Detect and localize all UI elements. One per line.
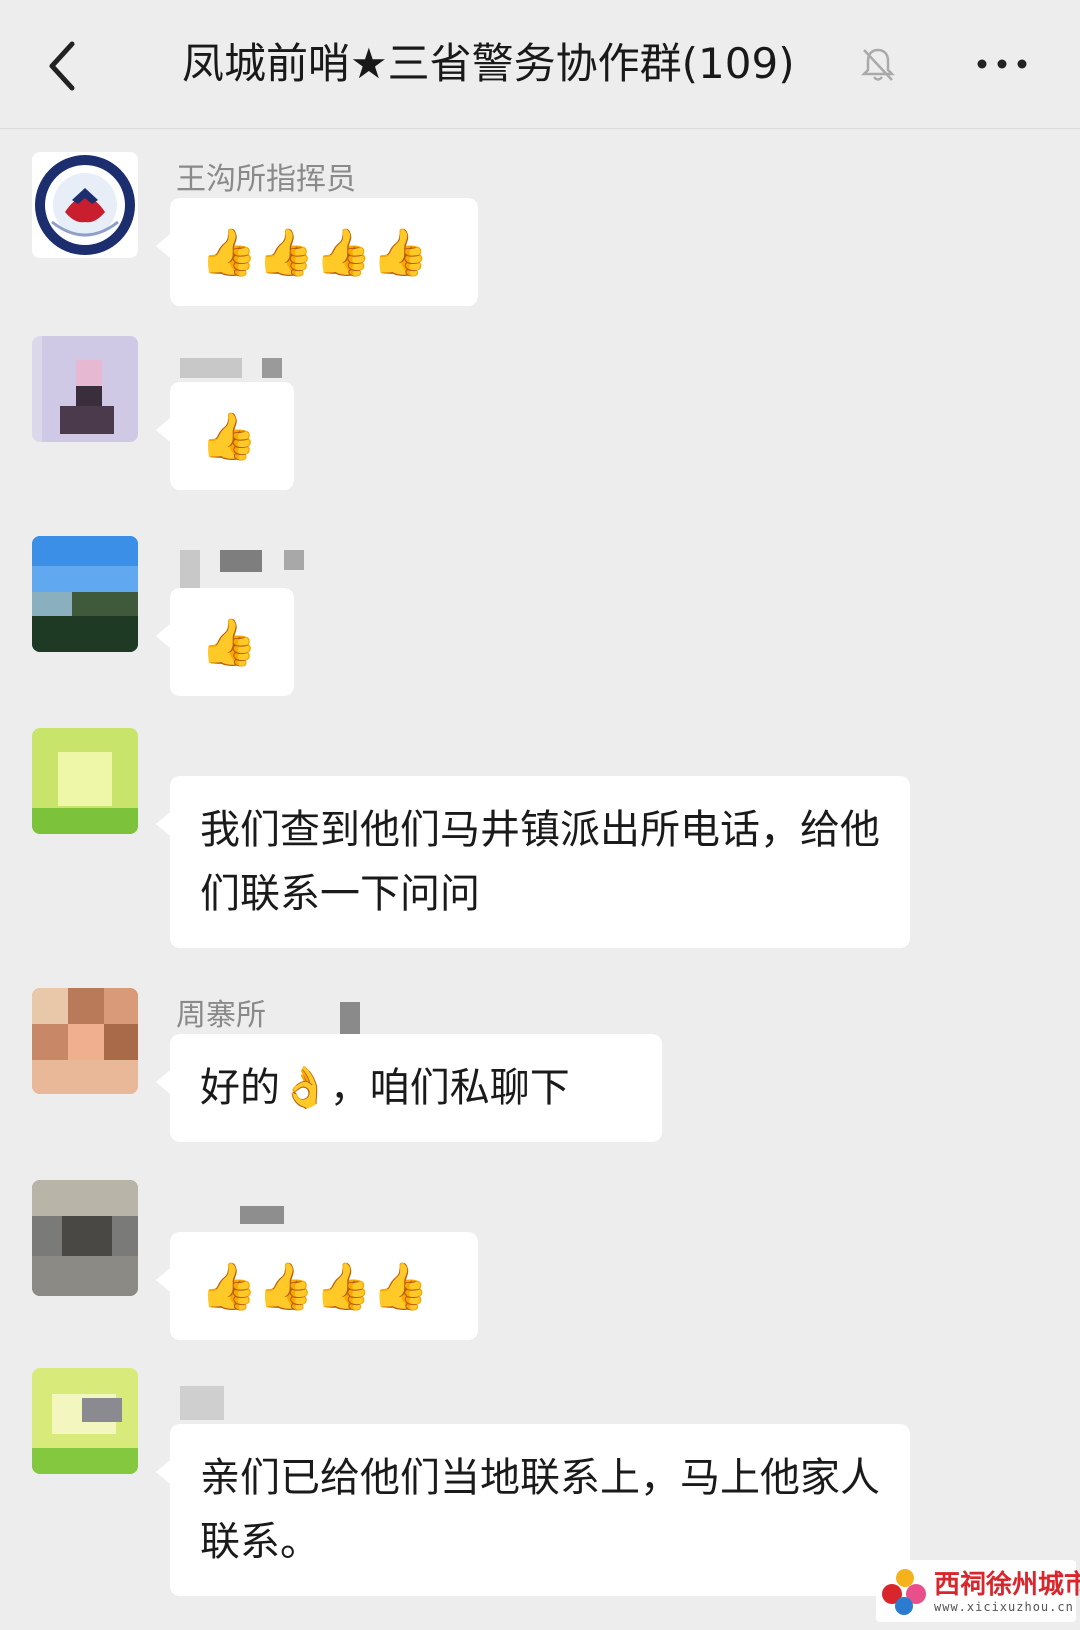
site-watermark: 西祠徐州城市站 www.xicixuzhou.cn — [876, 1560, 1080, 1622]
avatar[interactable] — [32, 988, 138, 1094]
chat-header: 凤城前哨★三省警务协作群(109) — [0, 0, 1080, 129]
watermark-title: 西祠徐州城市站 — [934, 1570, 1080, 1600]
watermark-url: www.xicixuzhou.cn — [934, 1600, 1074, 1614]
blurred-name — [240, 1206, 284, 1224]
avatar[interactable] — [32, 152, 138, 258]
avatar[interactable] — [32, 336, 138, 442]
watermark-logo-icon — [882, 1569, 926, 1615]
blurred-name — [180, 550, 200, 588]
message-bubble[interactable]: 好的👌，咱们私聊下 — [156, 1034, 662, 1142]
avatar[interactable] — [32, 1180, 138, 1296]
message-text: 好的👌，咱们私聊下 — [200, 1065, 570, 1111]
blurred-name — [180, 358, 242, 378]
message-text: 亲们已给他们当地联系上，马上他家人联系。 — [200, 1455, 880, 1565]
mute-bell-icon — [860, 48, 896, 81]
blurred-name — [180, 1386, 224, 1420]
blurred-name — [284, 550, 304, 570]
sender-name: 周寨所 — [176, 998, 266, 1033]
thumbs-up-icon: 👍👍👍👍 — [200, 225, 430, 279]
blurred-name — [220, 550, 262, 572]
thumbs-up-icon: 👍 — [200, 409, 258, 463]
police-badge-icon — [35, 155, 135, 255]
avatar[interactable] — [32, 536, 138, 652]
message-bubble[interactable]: 👍👍👍👍 — [156, 1232, 478, 1340]
message-bubble[interactable]: 👍 — [156, 588, 294, 696]
message-list[interactable]: 王沟所指挥员 👍👍👍👍 👍 👍 我们查到他们马井镇派出所电话，给他们联系一下问问… — [0, 128, 1080, 1630]
message-bubble[interactable]: 👍 — [156, 382, 294, 490]
blurred-name — [262, 358, 282, 378]
sender-name: 王沟所指挥员 — [176, 162, 356, 197]
avatar[interactable] — [32, 728, 138, 834]
thumbs-up-icon: 👍 — [200, 615, 258, 669]
avatar[interactable] — [32, 1368, 138, 1474]
message-text: 我们查到他们马井镇派出所电话，给他们联系一下问问 — [200, 807, 880, 917]
back-arrow-icon[interactable] — [44, 40, 80, 92]
chat-title: 凤城前哨★三省警务协作群(109) — [182, 39, 795, 88]
message-bubble[interactable]: 亲们已给他们当地联系上，马上他家人联系。 — [156, 1424, 910, 1596]
message-bubble[interactable]: 👍👍👍👍 — [156, 198, 478, 306]
thumbs-up-icon: 👍👍👍👍 — [200, 1259, 430, 1313]
more-options-icon[interactable] — [972, 40, 1032, 88]
message-bubble[interactable]: 我们查到他们马井镇派出所电话，给他们联系一下问问 — [156, 776, 910, 948]
